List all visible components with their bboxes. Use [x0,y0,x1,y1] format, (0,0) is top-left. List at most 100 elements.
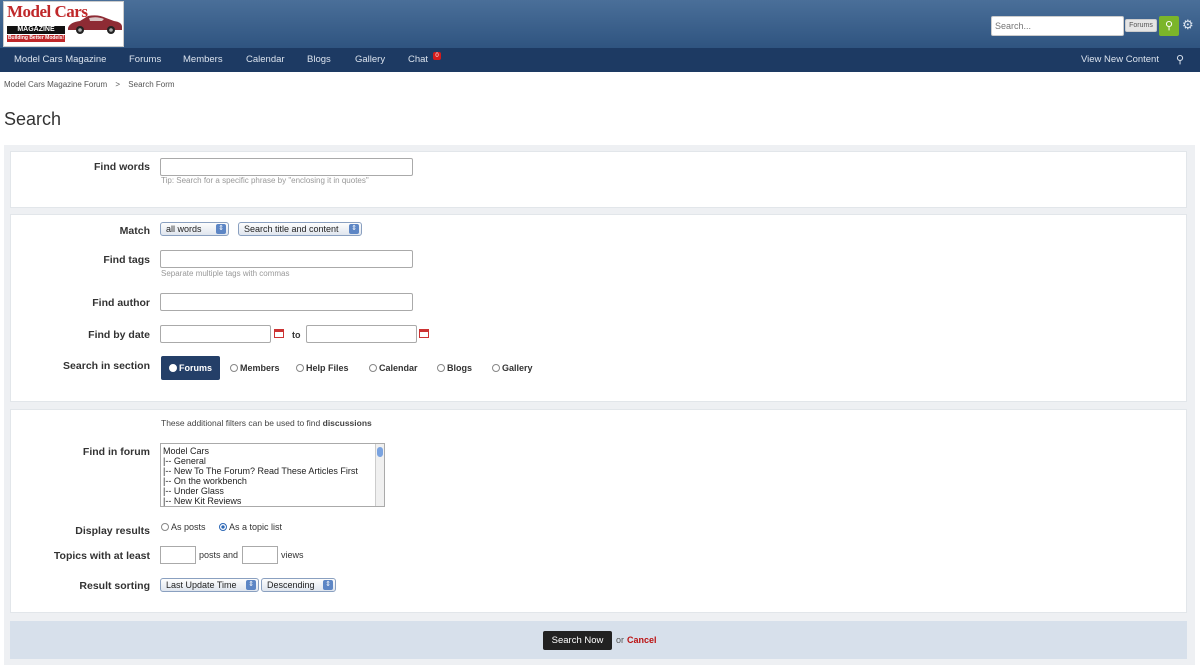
display-as-topic-list-option[interactable]: As a topic list [219,522,282,532]
match-mode-select[interactable]: all words ⇕ [160,222,229,236]
posts-and-label: posts and [199,550,239,560]
section-option-blogs[interactable]: Blogs [437,363,472,373]
section-forums-label: Forums [178,363,212,373]
radio-icon [492,364,500,372]
calendar-icon[interactable] [274,329,284,338]
nav-item-chat-label: Chat [408,54,429,65]
display-results-label: Display results [75,525,150,537]
find-author-label: Find author [92,297,150,309]
filters-note-text: These additional filters can be used to … [161,418,321,428]
forum-option[interactable]: |-- New Kit Reviews [163,496,384,506]
min-posts-input[interactable] [160,546,196,564]
radio-icon [161,523,169,531]
chat-count-badge: 0 [433,52,441,60]
search-button[interactable]: ⚲ [1159,16,1179,36]
forum-list-scroll-thumb[interactable] [377,447,383,457]
site-search-box[interactable] [991,16,1124,36]
display-as-posts-option[interactable]: As posts [161,522,206,532]
find-words-tip: Tip: Search for a specific phrase by "en… [161,176,369,185]
breadcrumb-current: Search Form [128,80,175,89]
site-header: Model Cars MAGAZINE Building Better Mode… [0,0,1200,48]
date-to-input[interactable] [306,325,417,343]
chevron-updown-icon: ⇕ [246,580,256,590]
nav-item-calendar[interactable]: Calendar [246,48,285,72]
sort-order-select[interactable]: Descending ⇕ [261,578,336,592]
nav-item-forums[interactable]: Forums [129,48,161,72]
nav-item-chat[interactable]: Chat 0 [408,48,441,72]
filters-note-emphasis: discussions [322,418,372,428]
section-blogs-label: Blogs [447,363,473,373]
car-logo-icon [68,15,122,34]
radio-icon [437,364,445,372]
nav-item-gallery[interactable]: Gallery [355,48,385,72]
map-pin-icon[interactable]: ⚲ [1176,48,1184,72]
views-label: views [281,550,304,560]
topics-at-least-label: Topics with at least [53,550,150,562]
calendar-icon[interactable] [419,329,429,338]
section-option-gallery[interactable]: Gallery [492,363,533,373]
search-in-section-label: Search in section [63,360,150,372]
search-icon: ⚲ [1164,20,1174,32]
nav-item-members[interactable]: Members [183,48,223,72]
nav-item-blogs[interactable]: Blogs [307,48,331,72]
find-tags-hint: Separate multiple tags with commas [161,269,290,278]
view-new-content-link[interactable]: View New Content [1081,48,1159,72]
filters-note: These additional filters can be used to … [161,418,372,428]
nav-item-model-cars-magazine[interactable]: Model Cars Magazine [14,48,106,72]
radio-selected-icon [219,523,227,531]
search-input[interactable] [992,17,1092,35]
section-option-calendar[interactable]: Calendar [369,363,418,373]
min-views-input[interactable] [242,546,278,564]
date-from-input[interactable] [160,325,271,343]
forum-option[interactable]: Model Cars [163,446,384,456]
section-option-members[interactable]: Members [230,363,280,373]
chevron-updown-icon: ⇕ [323,580,333,590]
forum-option[interactable]: |-- New To The Forum? Read These Article… [163,466,384,476]
chevron-updown-icon: ⇕ [349,224,359,234]
find-tags-label: Find tags [103,254,150,266]
display-as-topic-list-label: As a topic list [229,522,283,532]
result-sorting-label: Result sorting [79,580,150,592]
find-by-date-label: Find by date [88,329,150,341]
section-option-forums[interactable]: Forums [161,356,220,380]
sort-field-value: Last Update Time [166,580,237,590]
section-calendar-label: Calendar [379,363,418,373]
search-now-button[interactable]: Search Now [543,631,612,650]
section-gallery-label: Gallery [502,363,533,373]
radio-selected-icon [168,364,177,372]
search-scope-badge[interactable]: Forums [1125,19,1157,32]
breadcrumb-separator: > [115,80,121,89]
logo-tagline: Building Better Models! [7,35,65,42]
gear-icon[interactable]: ⚙ [1182,16,1194,34]
match-mode-value: all words [166,224,202,234]
cancel-link[interactable]: Cancel [627,635,657,645]
logo-subtitle: MAGAZINE [7,26,65,34]
find-words-input[interactable] [160,158,413,176]
forum-option[interactable]: |-- Under Glass [163,486,384,496]
display-as-posts-label: As posts [171,522,206,532]
date-to-label: to [292,330,301,340]
sort-order-value: Descending [267,580,315,590]
radio-icon [230,364,238,372]
match-scope-select[interactable]: Search title and content ⇕ [238,222,362,236]
section-option-help-files[interactable]: Help Files [296,363,349,373]
radio-icon [369,364,377,372]
find-author-input[interactable] [160,293,413,311]
forum-option[interactable]: |-- General [163,456,384,466]
sort-field-select[interactable]: Last Update Time ⇕ [160,578,259,592]
forum-option[interactable]: |-- On the workbench [163,476,384,486]
section-members-label: Members [240,363,280,373]
find-in-forum-label: Find in forum [82,446,150,458]
chevron-updown-icon: ⇕ [216,224,226,234]
match-scope-value: Search title and content [244,224,339,234]
page-title: Search [4,109,62,129]
or-text: or [616,635,625,645]
main-nav: Model Cars Magazine Forums Members Calen… [0,48,1200,72]
section-help-files-label: Help Files [306,363,349,373]
breadcrumb-root[interactable]: Model Cars Magazine Forum [4,80,107,89]
breadcrumb: Model Cars Magazine Forum > Search Form [4,80,175,89]
radio-icon [296,364,304,372]
find-tags-input[interactable] [160,250,413,268]
site-logo[interactable]: Model Cars MAGAZINE Building Better Mode… [3,1,124,47]
forum-multiselect[interactable]: Model Cars |-- General |-- New To The Fo… [160,443,385,507]
